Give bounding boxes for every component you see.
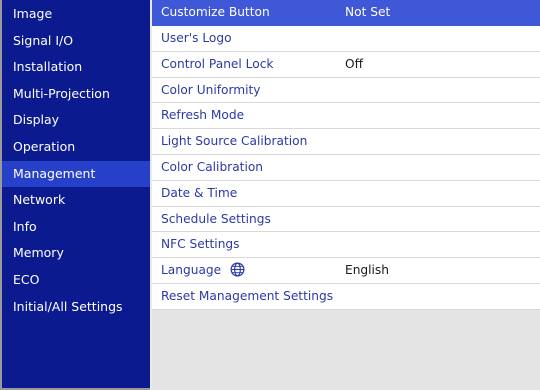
row-label: Color Uniformity	[161, 82, 261, 97]
row-customize-button[interactable]: Customize Button Not Set	[152, 0, 540, 26]
row-nfc-settings[interactable]: NFC Settings	[152, 232, 540, 259]
row-value: Not Set	[345, 5, 391, 19]
row-label: Schedule Settings	[161, 211, 271, 226]
sidebar-item-initial-all-settings[interactable]: Initial/All Settings	[2, 294, 150, 321]
sidebar-item-multi-projection[interactable]: Multi-Projection	[2, 81, 150, 108]
row-label: Date & Time	[161, 185, 238, 200]
sidebar-item-network[interactable]: Network	[2, 187, 150, 214]
sidebar-item-management[interactable]: Management	[2, 160, 150, 188]
sidebar-item-memory[interactable]: Memory	[2, 240, 150, 267]
sidebar-item-operation[interactable]: Operation	[2, 134, 150, 161]
row-refresh-mode[interactable]: Refresh Mode	[152, 103, 540, 130]
row-color-calibration[interactable]: Color Calibration	[152, 155, 540, 181]
row-control-panel-lock[interactable]: Control Panel Lock Off	[152, 52, 540, 78]
row-users-logo[interactable]: User's Logo	[152, 26, 540, 52]
row-language[interactable]: Language English	[152, 258, 540, 284]
list-empty-area	[152, 310, 540, 390]
sidebar-item-eco[interactable]: ECO	[2, 267, 150, 294]
row-reset-management-settings[interactable]: Reset Management Settings	[152, 284, 540, 310]
sidebar-item-signal-io[interactable]: Signal I/O	[2, 28, 150, 55]
sidebar-item-info[interactable]: Info	[2, 214, 150, 241]
row-label: Refresh Mode	[161, 108, 245, 123]
row-color-uniformity[interactable]: Color Uniformity	[152, 78, 540, 104]
row-value: Off	[345, 56, 363, 71]
row-label: Control Panel Lock	[161, 56, 274, 71]
row-label: Customize Button	[161, 5, 270, 19]
sidebar-item-image[interactable]: Image	[2, 1, 150, 28]
sidebar-item-installation[interactable]: Installation	[2, 54, 150, 81]
globe-icon	[230, 262, 245, 277]
row-label: Color Calibration	[161, 159, 264, 174]
row-label-wrap: Language	[161, 258, 245, 284]
management-settings-list: Customize Button Not Set User's Logo Con…	[152, 0, 540, 310]
row-label: NFC Settings	[161, 237, 240, 252]
category-sidebar: Image Signal I/O Installation Multi-Proj…	[0, 0, 150, 390]
row-label: Light Source Calibration	[161, 134, 308, 149]
row-schedule-settings[interactable]: Schedule Settings	[152, 207, 540, 233]
row-value: English	[345, 263, 390, 278]
row-date-time[interactable]: Date & Time	[152, 181, 540, 207]
sidebar-item-display[interactable]: Display	[2, 107, 150, 134]
row-label: Reset Management Settings	[161, 288, 334, 303]
row-label: Language	[161, 263, 222, 278]
row-light-source-calibration[interactable]: Light Source Calibration	[152, 129, 540, 155]
row-label: User's Logo	[161, 31, 232, 45]
